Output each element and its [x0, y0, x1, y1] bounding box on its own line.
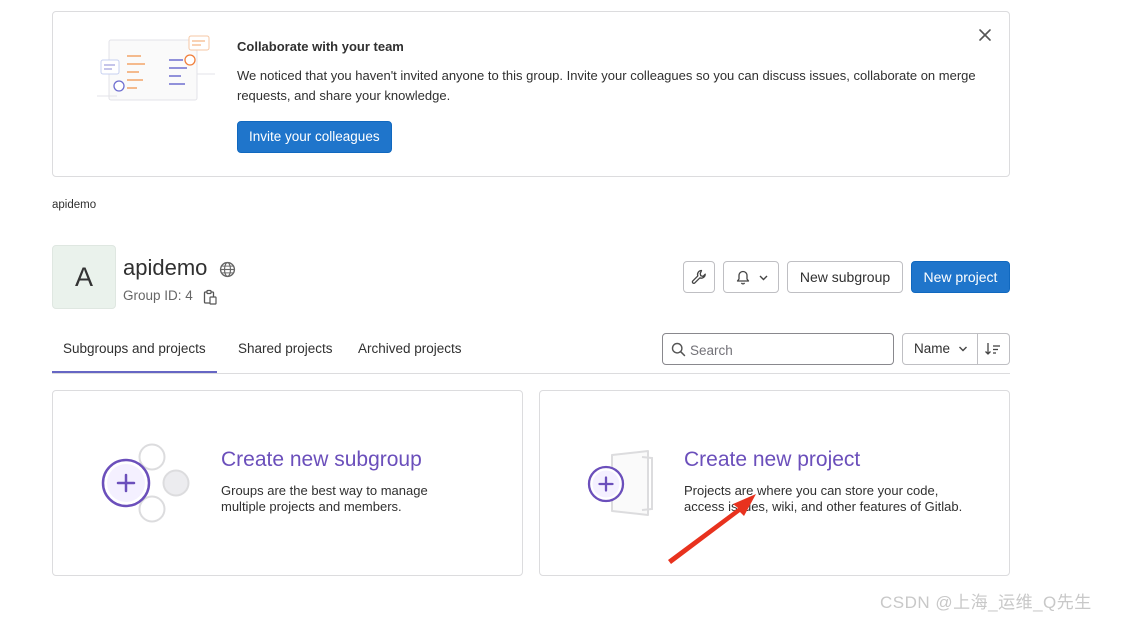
team-illustration	[97, 35, 215, 101]
invite-banner: Collaborate with your team We noticed th…	[52, 11, 1010, 177]
sort-direction-button[interactable]	[978, 333, 1010, 365]
breadcrumb[interactable]: apidemo	[52, 199, 96, 211]
search-input[interactable]: Search	[662, 333, 894, 365]
create-subgroup-title[interactable]: Create new subgroup	[221, 448, 422, 472]
subgroup-illustration	[101, 443, 190, 523]
chevron-down-icon	[959, 346, 967, 352]
notification-settings-dropdown[interactable]	[723, 261, 779, 293]
new-subgroup-button[interactable]: New subgroup	[787, 261, 903, 293]
create-subgroup-desc-line-1: Groups are the best way to manage	[221, 483, 428, 498]
group-id: Group ID: 4	[123, 288, 193, 303]
create-subgroup-desc-line-2: multiple projects and members.	[221, 499, 402, 514]
group-settings-button[interactable]	[683, 261, 715, 293]
invite-colleagues-button[interactable]: Invite your colleagues	[237, 121, 392, 153]
globe-icon	[219, 261, 236, 278]
search-placeholder: Search	[690, 343, 733, 358]
group-title: apidemo	[123, 255, 208, 280]
create-subgroup-card[interactable]: Create new subgroup Groups are the best …	[52, 390, 523, 576]
invite-title: Collaborate with your team	[237, 39, 404, 54]
close-icon[interactable]	[976, 27, 994, 45]
sort-field-label: Name	[914, 341, 951, 356]
watermark: CSDN @上海_运维_Q先生	[880, 593, 1092, 612]
wrench-icon	[691, 269, 706, 284]
project-illustration	[587, 450, 653, 516]
bell-icon	[736, 270, 750, 285]
create-project-card[interactable]: Create new project Projects are where yo…	[539, 390, 1010, 576]
invite-description: We noticed that you haven't invited anyo…	[237, 68, 976, 103]
search-icon	[671, 342, 686, 357]
annotation-arrow-icon	[668, 494, 756, 564]
sort-lowest-icon	[985, 343, 1000, 355]
group-avatar: A	[52, 245, 116, 309]
copy-clipboard-icon[interactable]	[203, 289, 217, 305]
new-project-button[interactable]: New project	[911, 261, 1010, 293]
tab-archived-projects[interactable]: Archived projects	[358, 333, 462, 373]
sort-field-dropdown[interactable]: Name	[902, 333, 978, 365]
create-project-title[interactable]: Create new project	[684, 448, 860, 472]
chevron-down-icon	[759, 275, 768, 281]
tab-subgroups-and-projects[interactable]: Subgroups and projects	[52, 333, 217, 373]
create-subgroup-description: Groups are the best way to manage multip…	[221, 483, 428, 515]
tab-shared-projects[interactable]: Shared projects	[238, 333, 333, 373]
